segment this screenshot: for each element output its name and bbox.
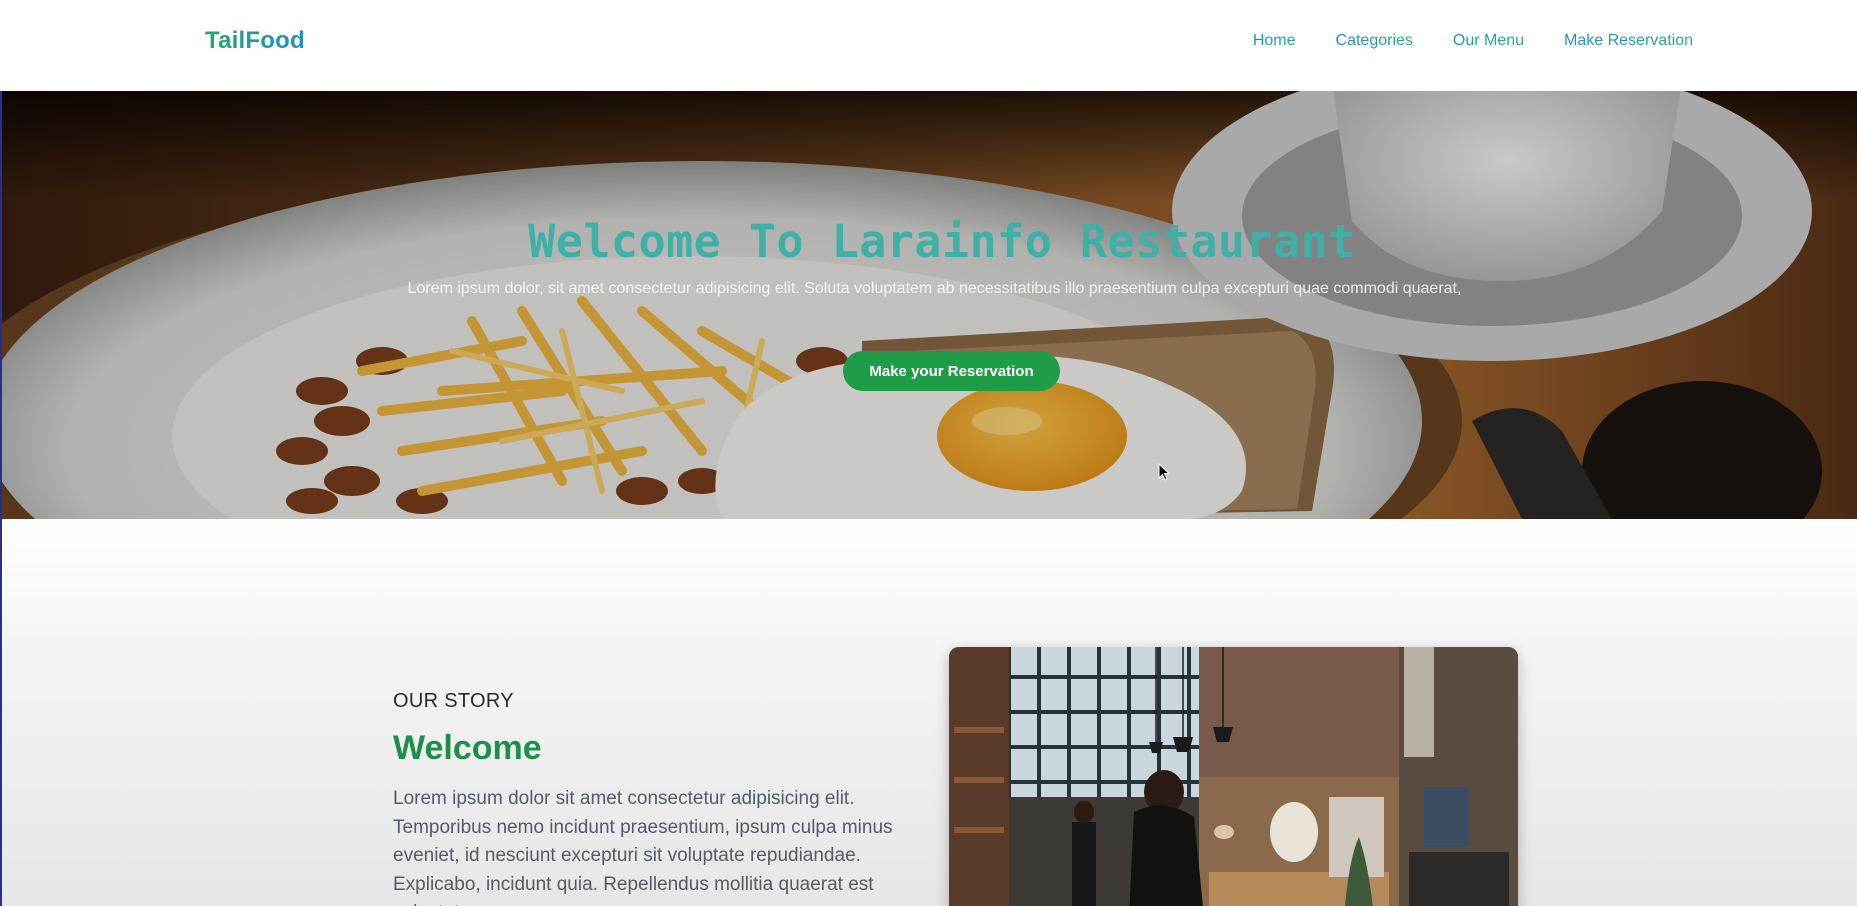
brand-logo[interactable]: TailFood	[205, 27, 305, 55]
section-body-text: Lorem ipsum dolor sit amet consectetur a…	[393, 788, 893, 906]
hero-section: Welcome To Larainfo Restaurant Lorem ips…	[2, 91, 1857, 519]
nav-link-make-reservation[interactable]: Make Reservation	[1564, 32, 1693, 49]
nav-link-home[interactable]: Home	[1253, 32, 1296, 49]
hero-content: Welcome To Larainfo Restaurant Lorem ips…	[2, 91, 1857, 519]
nav-menu: Home Categories Our Menu Make Reservatio…	[1253, 32, 1693, 50]
top-navbar: TailFood Home Categories Our Menu Make R…	[0, 0, 1857, 91]
mouse-pointer-icon	[1158, 463, 1170, 481]
nav-item-our-menu: Our Menu	[1453, 32, 1524, 50]
nav-item-categories: Categories	[1336, 32, 1413, 50]
hero-subtitle: Lorem ipsum dolor, sit amet consectetur …	[407, 280, 1462, 297]
nav-item-home: Home	[1253, 32, 1296, 50]
our-story-section: OUR STORY Welcome Lorem ipsum dolor sit …	[2, 519, 1857, 906]
nav-item-make-reservation: Make Reservation	[1564, 32, 1693, 50]
section-eyebrow: OUR STORY	[393, 690, 514, 712]
section-heading: Welcome	[393, 729, 542, 767]
make-reservation-button[interactable]: Make your Reservation	[843, 351, 1060, 391]
hero-title: Welcome To Larainfo Restaurant	[528, 215, 1356, 268]
restaurant-interior-image	[949, 647, 1518, 906]
nav-link-categories[interactable]: Categories	[1336, 32, 1413, 49]
nav-link-our-menu[interactable]: Our Menu	[1453, 32, 1524, 49]
